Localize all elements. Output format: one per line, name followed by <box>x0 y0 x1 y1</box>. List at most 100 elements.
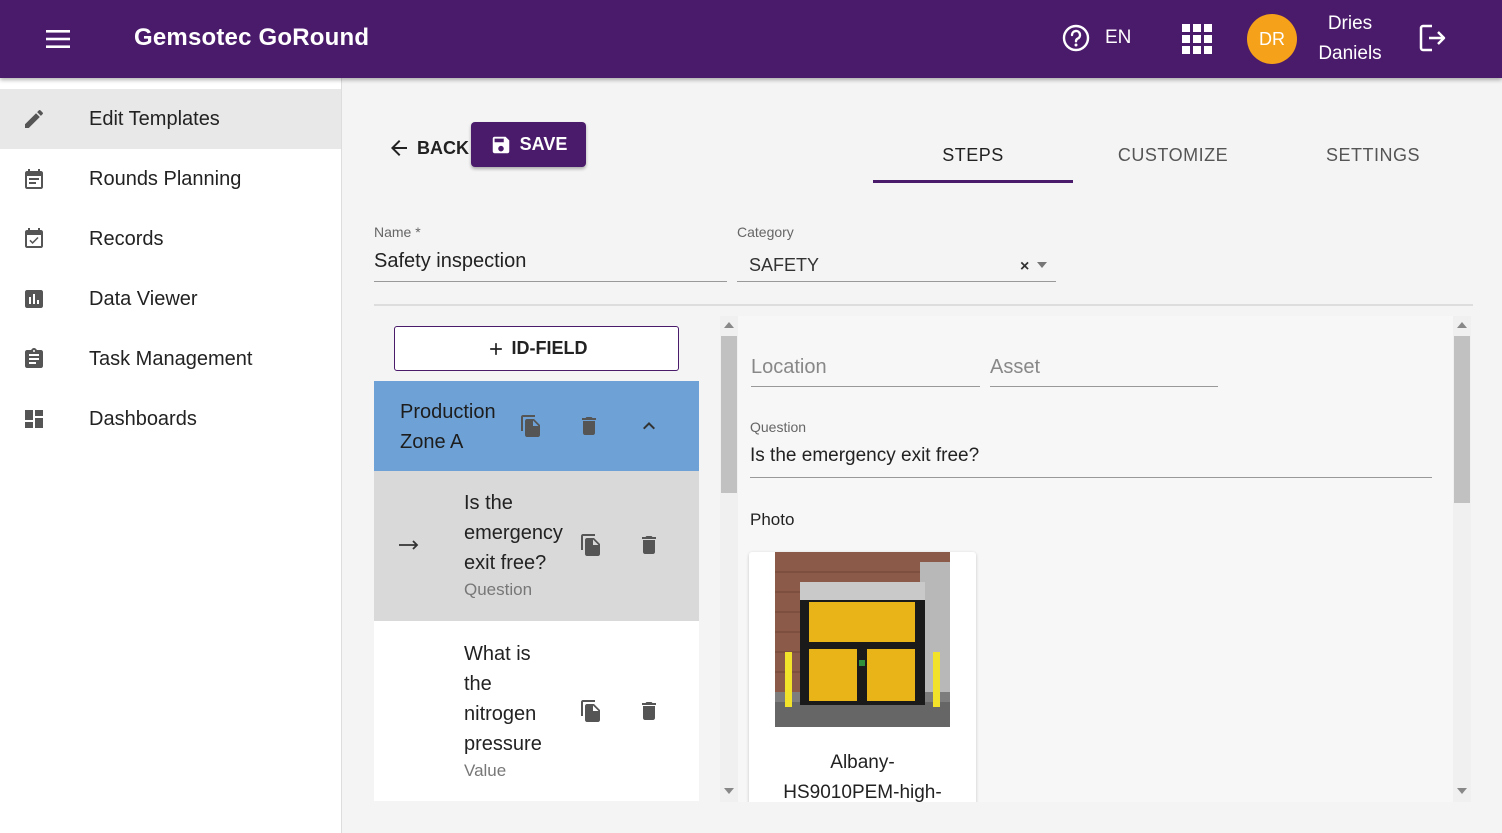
user-last-name: Daniels <box>1318 43 1382 64</box>
sidebar-item-task-management[interactable]: Task Management <box>0 329 341 389</box>
location-field-underline <box>751 386 980 387</box>
user-name: Dries Daniels <box>1308 9 1392 69</box>
menu-icon[interactable] <box>40 22 76 56</box>
group-label-line1: Production <box>400 401 496 423</box>
step-item-emergency-exit[interactable]: Is the emergency exit free? Question <box>374 471 699 621</box>
save-button[interactable]: SAVE <box>471 122 586 167</box>
group-label: Production Zone A <box>400 397 496 457</box>
door-photo <box>775 552 950 727</box>
copy-icon[interactable] <box>577 697 605 725</box>
divider <box>374 304 1473 306</box>
category-field-underline <box>737 281 1056 282</box>
asset-field[interactable]: Asset <box>990 356 1040 379</box>
sidebar-item-label: Dashboards <box>89 407 197 430</box>
photo-caption-line: HS9010PEM-high- <box>783 782 942 802</box>
bar-chart-icon <box>21 286 47 312</box>
question-field-label: Question <box>750 419 807 435</box>
tab-settings[interactable]: SETTINGS <box>1273 128 1473 183</box>
delete-icon[interactable] <box>635 697 663 725</box>
app-header: Gemsotec GoRound EN DR Dries Daniels <box>0 0 1502 78</box>
scroll-up-arrow[interactable] <box>724 322 734 328</box>
step-title-line: the <box>464 673 492 695</box>
question-field[interactable]: Is the emergency exit free? <box>750 445 979 467</box>
step-title-line: Is the <box>464 492 513 514</box>
sidebar-item-edit-templates[interactable]: Edit Templates <box>0 89 341 149</box>
photo-caption-line: Albany- <box>830 752 895 773</box>
sidebar-item-dashboards[interactable]: Dashboards <box>0 389 341 449</box>
main-content: BACK SAVE STEPS CUSTOMIZE SETTINGS Name … <box>343 78 1502 833</box>
user-first-name: Dries <box>1327 13 1373 34</box>
back-button[interactable]: BACK <box>387 130 469 166</box>
step-title: Is the emergency exit free? <box>464 488 563 578</box>
avatar[interactable]: DR <box>1247 14 1297 64</box>
step-item-nitrogen-pressure[interactable]: What is the nitrogen pressure Value <box>374 621 699 801</box>
chevron-up-icon[interactable] <box>635 412 663 440</box>
scrollbar-thumb[interactable] <box>721 336 737 493</box>
apps-grid-icon[interactable] <box>1180 22 1214 56</box>
clipboard-icon <box>21 346 47 372</box>
copy-icon[interactable] <box>517 412 545 440</box>
step-group-production-zone-a[interactable]: Production Zone A <box>374 381 699 471</box>
category-field-label: Category <box>737 224 794 240</box>
back-label: BACK <box>417 137 469 158</box>
step-title-line: exit free? <box>464 552 547 574</box>
scrollbar-thumb[interactable] <box>1454 336 1470 503</box>
scrollbar[interactable] <box>1453 316 1471 802</box>
language-selector[interactable]: EN <box>1105 27 1131 49</box>
sidebar: Edit Templates Rounds Planning Records D… <box>0 78 342 833</box>
save-label: SAVE <box>519 134 568 154</box>
app-title: Gemsotec GoRound <box>134 24 370 51</box>
step-type: Question <box>464 580 533 599</box>
step-detail-panel: Location Asset Question Is the emergency… <box>738 316 1454 802</box>
sidebar-item-label: Rounds Planning <box>89 167 242 190</box>
step-title-line: What is <box>464 643 531 665</box>
photo-card[interactable]: Albany- HS9010PEM-high- <box>749 552 976 802</box>
step-title-line: pressure <box>464 733 542 755</box>
photo-label: Photo <box>750 510 795 529</box>
tab-steps[interactable]: STEPS <box>873 128 1073 183</box>
help-icon[interactable] <box>1060 22 1092 54</box>
logout-icon[interactable] <box>1418 22 1450 56</box>
group-label-line2: Zone A <box>400 431 464 453</box>
calendar-icon <box>21 166 47 192</box>
add-id-field-button[interactable]: ID-FIELD <box>394 326 679 371</box>
delete-icon[interactable] <box>635 531 663 559</box>
question-field-underline <box>750 477 1432 478</box>
copy-icon[interactable] <box>577 531 605 559</box>
sidebar-item-data-viewer[interactable]: Data Viewer <box>0 269 341 329</box>
tab-bar: STEPS CUSTOMIZE SETTINGS <box>873 128 1473 183</box>
dashboard-icon <box>21 406 47 432</box>
sidebar-item-label: Data Viewer <box>89 287 198 310</box>
step-title: What is the nitrogen pressure <box>464 639 542 759</box>
photo-caption: Albany- HS9010PEM-high- <box>749 748 976 802</box>
name-field[interactable]: Safety inspection <box>374 250 526 273</box>
step-title-line: nitrogen <box>464 703 537 725</box>
category-select[interactable]: SAFETY <box>749 255 819 276</box>
arrow-right-icon <box>397 533 421 562</box>
location-field[interactable]: Location <box>751 356 827 379</box>
scroll-down-arrow[interactable] <box>1457 788 1467 794</box>
scroll-down-arrow[interactable] <box>724 788 734 794</box>
sidebar-item-records[interactable]: Records <box>0 209 341 269</box>
chevron-down-icon[interactable] <box>1037 262 1047 268</box>
pencil-icon <box>21 106 47 132</box>
floppy-disk-icon <box>492 136 509 153</box>
calendar-check-icon <box>21 226 47 252</box>
arrow-left-icon <box>391 140 407 156</box>
name-field-label: Name * <box>374 224 421 240</box>
step-type: Value <box>464 761 507 780</box>
delete-icon[interactable] <box>575 412 603 440</box>
scrollbar[interactable] <box>720 316 738 802</box>
sidebar-item-label: Edit Templates <box>89 107 220 130</box>
step-title-line: emergency <box>464 522 563 544</box>
sidebar-item-label: Task Management <box>89 347 253 370</box>
sidebar-item-label: Records <box>89 227 164 250</box>
name-field-underline <box>374 281 727 282</box>
sidebar-item-rounds-planning[interactable]: Rounds Planning <box>0 149 341 209</box>
scroll-up-arrow[interactable] <box>1457 322 1467 328</box>
tab-customize[interactable]: CUSTOMIZE <box>1073 128 1273 183</box>
add-id-field-label: ID-FIELD <box>511 338 588 358</box>
clear-category-icon[interactable]: × <box>1020 258 1029 276</box>
plus-icon <box>489 342 502 355</box>
asset-field-underline <box>990 386 1218 387</box>
